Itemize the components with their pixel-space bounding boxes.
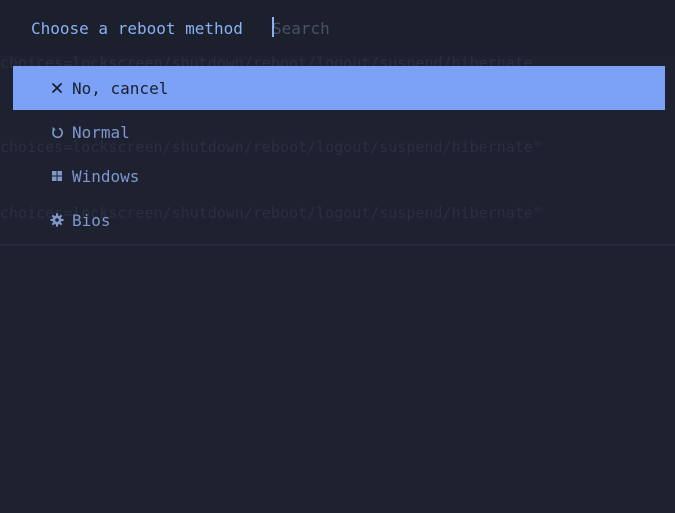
menu-item-label: No, cancel <box>72 78 169 98</box>
text-cursor <box>272 17 274 37</box>
gear-icon <box>50 213 64 227</box>
windows-icon <box>50 169 64 183</box>
menu-item-windows[interactable]: Windows <box>13 154 665 198</box>
close-icon <box>50 81 64 95</box>
reboot-menu: choices=lockscreen/shutdown/reboot/logou… <box>0 0 675 513</box>
power-cycle-icon <box>50 125 64 139</box>
menu-item-label: Bios <box>72 210 111 230</box>
background-divider <box>0 244 675 246</box>
menu-item-no-cancel[interactable]: No, cancel <box>13 66 665 110</box>
menu-item-label: Normal <box>72 122 130 142</box>
search-input[interactable] <box>272 15 652 41</box>
menu-item-label: Windows <box>72 166 140 186</box>
menu-list: No, cancel Normal Windows Bios <box>13 66 665 242</box>
menu-item-normal[interactable]: Normal <box>13 110 665 154</box>
menu-header: Choose a reboot method <box>0 0 675 56</box>
menu-prompt: Choose a reboot method <box>31 19 243 38</box>
menu-item-bios[interactable]: Bios <box>13 198 665 242</box>
